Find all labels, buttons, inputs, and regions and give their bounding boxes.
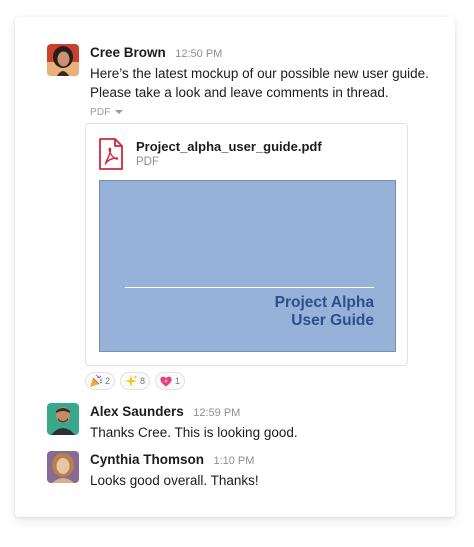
attachment-toggle[interactable]: PDF [90, 106, 123, 120]
attachment-toggle-label: PDF [90, 107, 111, 118]
preview-divider [125, 287, 374, 288]
message-cynthia-thomson: Cynthia Thomson 1:10 PM Looks good overa… [47, 451, 431, 491]
timestamp[interactable]: 12:59 PM [193, 407, 240, 419]
author-name[interactable]: Cree Brown [90, 45, 166, 60]
sparkling-heart-icon [160, 376, 172, 387]
message-text: Here’s the latest mockup of our possible… [90, 64, 431, 102]
reaction-count: 8 [140, 376, 146, 386]
reaction-sparkling-heart[interactable]: 1 [155, 372, 186, 390]
chevron-down-icon [114, 110, 123, 115]
sparkles-icon [125, 375, 138, 387]
pdf-file-icon [99, 138, 123, 170]
timestamp[interactable]: 12:50 PM [175, 48, 222, 60]
message-body: Cree Brown 12:50 PM Here’s the latest mo… [90, 44, 431, 120]
message-alex-saunders: Alex Saunders 12:59 PM Thanks Cree. This… [47, 403, 431, 443]
preview-title: Project Alpha User Guide [275, 294, 374, 330]
document-preview[interactable]: Project Alpha User Guide [99, 180, 396, 352]
avatar[interactable] [47, 403, 79, 435]
party-popper-icon [90, 374, 103, 387]
message-text: Looks good overall. Thanks! [90, 473, 259, 488]
reaction-sparkles[interactable]: 8 [120, 372, 151, 390]
reaction-count: 1 [175, 376, 181, 386]
message-line: Please take a look and leave comments in… [90, 85, 389, 100]
file-attachment[interactable]: Project_alpha_user_guide.pdf PDF Project… [85, 123, 408, 366]
preview-title-line: User Guide [291, 312, 374, 329]
message-card: Cree Brown 12:50 PM Here’s the latest mo… [15, 17, 455, 517]
file-type: PDF [136, 156, 159, 168]
timestamp[interactable]: 1:10 PM [213, 455, 254, 467]
message-body: Cynthia Thomson 1:10 PM Looks good overa… [90, 451, 431, 490]
message-body: Alex Saunders 12:59 PM Thanks Cree. This… [90, 403, 431, 442]
message-meta: Alex Saunders 12:59 PM [90, 403, 431, 421]
avatar[interactable] [47, 44, 79, 76]
reaction-bar: 2 8 1 [85, 372, 186, 390]
message-line: Here’s the latest mockup of our possible… [90, 66, 429, 81]
preview-title-line: Project Alpha [274, 294, 374, 311]
reaction-party-popper[interactable]: 2 [85, 372, 116, 390]
author-name[interactable]: Cynthia Thomson [90, 452, 204, 467]
message-meta: Cree Brown 12:50 PM [90, 44, 431, 62]
file-name[interactable]: Project_alpha_user_guide.pdf [136, 139, 322, 154]
author-name[interactable]: Alex Saunders [90, 404, 184, 419]
reaction-count: 2 [105, 376, 111, 386]
avatar[interactable] [47, 451, 79, 483]
message-meta: Cynthia Thomson 1:10 PM [90, 451, 431, 469]
message-text: Thanks Cree. This is looking good. [90, 425, 298, 440]
